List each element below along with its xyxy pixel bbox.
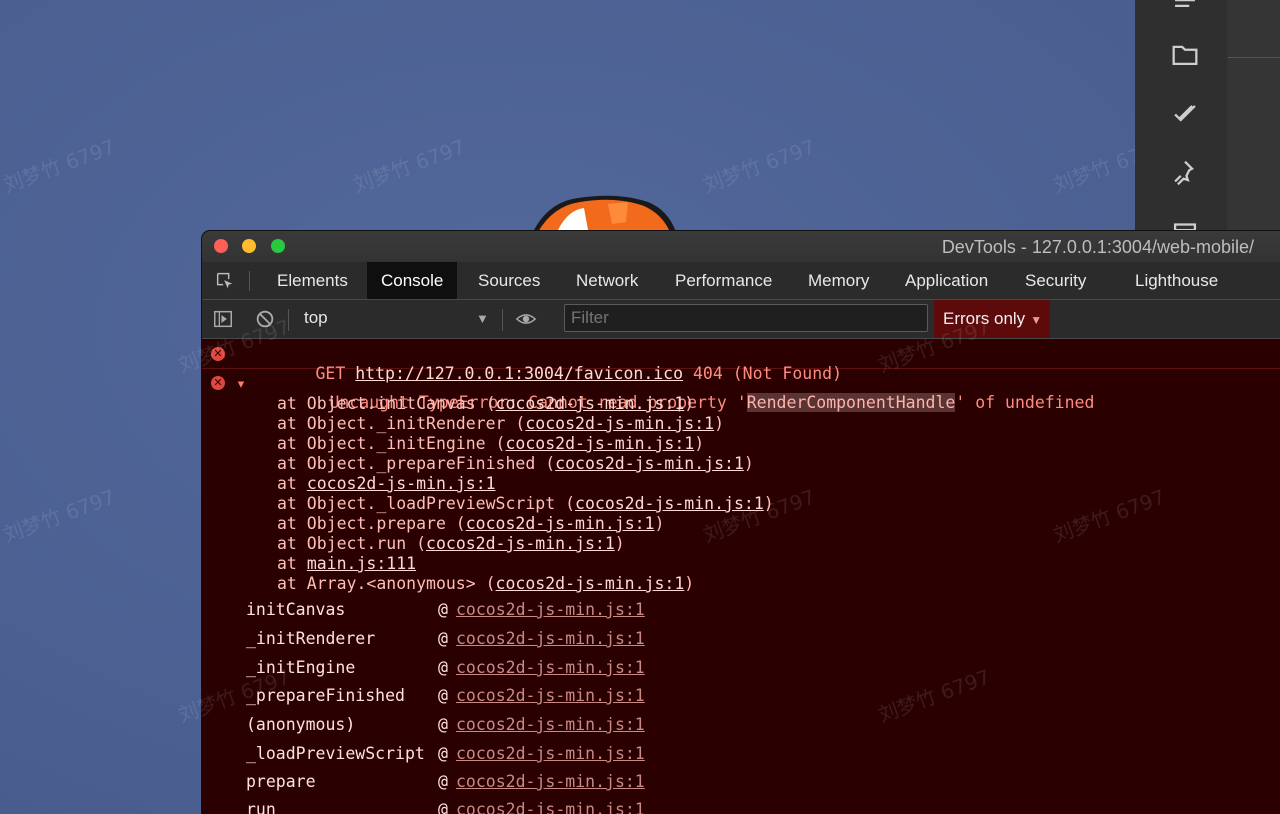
source-link[interactable]: main.js:111 <box>307 554 416 573</box>
tab-lighthouse[interactable]: Lighthouse <box>1121 262 1232 299</box>
editor-panel-area <box>1227 0 1280 235</box>
source-link[interactable]: cocos2d-js-min.js:1 <box>456 600 645 619</box>
call-stack-row: (anonymous) @ cocos2d-js-min.js:1 <box>246 715 645 734</box>
console-output: ✕ GET http://127.0.0.1:3004/favicon.ico … <box>202 339 1280 814</box>
source-link[interactable]: cocos2d-js-min.js:1 <box>456 686 645 705</box>
context-selector[interactable]: top <box>304 308 328 328</box>
tab-network[interactable]: Network <box>562 262 652 299</box>
console-toolbar: top ▼ Errors only▼ <box>202 300 1280 339</box>
window-title: DevTools - 127.0.0.1:3004/web-mobile/ <box>941 237 1254 257</box>
filter-input[interactable] <box>564 304 928 332</box>
stack-frame: at Object.run (cocos2d-js-min.js:1) <box>277 534 625 553</box>
inspect-element-icon[interactable] <box>214 270 236 292</box>
source-link[interactable]: cocos2d-js-min.js:1 <box>456 629 645 648</box>
source-link[interactable]: cocos2d-js-min.js:1 <box>555 454 744 473</box>
expand-triangle-icon[interactable]: ▾ <box>236 374 246 393</box>
console-message-404: ✕ GET http://127.0.0.1:3004/favicon.ico … <box>202 339 1280 383</box>
stack-frame: at Object.prepare (cocos2d-js-min.js:1) <box>277 514 665 533</box>
tab-security[interactable]: Security <box>1011 262 1100 299</box>
devtools-tab-bar: Elements Console Sources Network Perform… <box>202 262 1280 300</box>
chevron-down-icon: ▼ <box>1030 313 1043 327</box>
menu-icon[interactable] <box>1168 0 1202 20</box>
error-icon: ✕ <box>211 376 225 390</box>
chevron-down-icon[interactable]: ▼ <box>476 311 489 326</box>
devtools-titlebar: DevTools - 127.0.0.1:3004/web-mobile/ <box>202 231 1280 263</box>
source-link[interactable]: cocos2d-js-min.js:1 <box>456 772 645 791</box>
call-stack-row: initCanvas @ cocos2d-js-min.js:1 <box>246 600 645 619</box>
stack-frame: at Object._prepareFinished (cocos2d-js-m… <box>277 454 754 473</box>
source-link[interactable]: cocos2d-js-min.js:1 <box>456 715 645 734</box>
tab-application[interactable]: Application <box>891 262 1002 299</box>
minimize-window-button[interactable] <box>242 239 256 253</box>
source-link[interactable]: cocos2d-js-min.js:1 <box>505 434 694 453</box>
call-stack-row: run @ cocos2d-js-min.js:1 <box>202 799 1280 814</box>
stack-frame: at Object._initRenderer (cocos2d-js-min.… <box>277 414 725 433</box>
call-stack-row: _initRenderer @ cocos2d-js-min.js:1 <box>246 629 645 648</box>
call-stack-row: prepare @ cocos2d-js-min.js:1 <box>246 772 645 791</box>
console-message-type-error: ✕ ▾ Uncaught TypeError: Cannot read prop… <box>202 369 1280 814</box>
stack-frame: at Object._loadPreviewScript (cocos2d-js… <box>277 494 774 513</box>
zoom-window-button[interactable] <box>271 239 285 253</box>
call-stack-row: _initEngine @ cocos2d-js-min.js:1 <box>246 658 645 677</box>
source-link[interactable]: cocos2d-js-min.js:1 <box>456 800 645 814</box>
sidebar-toggle-icon[interactable] <box>212 308 234 330</box>
stack-frame: at Array.<anonymous> (cocos2d-js-min.js:… <box>277 574 695 593</box>
source-link[interactable]: cocos2d-js-min.js:1 <box>456 744 645 763</box>
live-expression-eye-icon[interactable] <box>515 308 537 330</box>
check-icon[interactable] <box>1168 96 1202 130</box>
tab-memory[interactable]: Memory <box>794 262 883 299</box>
folder-icon[interactable] <box>1168 37 1202 71</box>
tab-performance[interactable]: Performance <box>661 262 786 299</box>
source-link[interactable]: cocos2d-js-min.js:1 <box>307 474 496 493</box>
source-link[interactable]: cocos2d-js-min.js:1 <box>456 658 645 677</box>
tab-sources[interactable]: Sources <box>464 262 554 299</box>
call-stack-row: _prepareFinished @ cocos2d-js-min.js:1 <box>246 686 645 705</box>
stack-frame: at Object.initCanvas (cocos2d-js-min.js:… <box>277 394 695 413</box>
stack-frame: at Object._initEngine (cocos2d-js-min.js… <box>277 434 705 453</box>
stack-frame: at main.js:111 <box>277 554 417 573</box>
source-link[interactable]: cocos2d-js-min.js:1 <box>496 394 685 413</box>
tab-console[interactable]: Console <box>367 262 458 299</box>
source-link[interactable]: cocos2d-js-min.js:1 <box>466 514 655 533</box>
close-window-button[interactable] <box>214 239 228 253</box>
pin-icon[interactable] <box>1168 156 1202 190</box>
stack-frame: at cocos2d-js-min.js:1 <box>277 474 496 493</box>
tab-elements[interactable]: Elements <box>263 262 362 299</box>
source-link[interactable]: cocos2d-js-min.js:1 <box>426 534 615 553</box>
call-stack-row: _loadPreviewScript @ cocos2d-js-min.js:1 <box>246 744 645 763</box>
source-link[interactable]: cocos2d-js-min.js:1 <box>496 574 685 593</box>
source-link[interactable]: cocos2d-js-min.js:1 <box>525 414 714 433</box>
